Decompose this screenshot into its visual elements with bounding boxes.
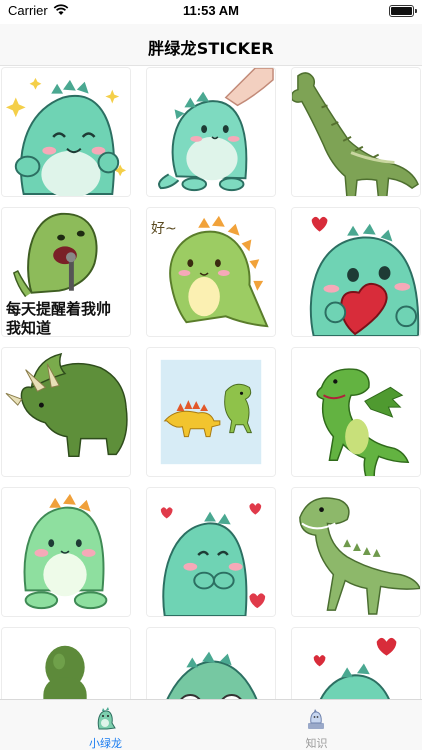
sticker-cell-two-dinos[interactable]	[146, 347, 276, 477]
poked-dino-image	[147, 68, 275, 196]
love-dino-image	[292, 628, 420, 700]
tab-little-dino[interactable]: 小绿龙	[0, 700, 211, 750]
sticker-cell-heart-dino[interactable]	[291, 207, 421, 337]
sticker-cell-sitting-dino[interactable]	[1, 487, 131, 617]
sticker-cell-shy-dino[interactable]	[146, 487, 276, 617]
tab-label: 小绿龙	[89, 737, 122, 750]
battery-icon	[389, 5, 417, 17]
dino-icon	[97, 707, 116, 730]
sitting-dino-image	[2, 488, 130, 616]
crying-dino-image	[147, 628, 275, 700]
happy-dino-image	[2, 68, 130, 196]
heart-dino-image	[292, 208, 420, 336]
sticker-cell-figurine-dino[interactable]	[1, 627, 131, 700]
flying-dino-image	[292, 348, 420, 476]
sticker-grid[interactable]: 每天提醒着我帅 我知道 好~	[0, 66, 422, 700]
sticker-cell-poked-dino[interactable]	[146, 67, 276, 197]
sticker-cell-happy-dino[interactable]	[1, 67, 131, 197]
tab-bar: 小绿龙 知识	[0, 699, 422, 750]
figurine-dino-image	[2, 628, 130, 700]
tab-label: 知识	[305, 737, 328, 750]
sticker-cell-triceratops[interactable]	[1, 347, 131, 477]
shy-dino-image	[147, 488, 275, 616]
sticker-cell-longneck-dino[interactable]	[291, 67, 421, 197]
sticker-cell-tall-dino[interactable]	[291, 487, 421, 617]
caption-line-2: 我知道	[6, 319, 52, 337]
sticker-cell-ok-dino[interactable]: 好~	[146, 207, 276, 337]
page-title: 胖绿龙STICKER	[148, 39, 274, 58]
sticker-cell-singing-dino[interactable]: 每天提醒着我帅 我知道	[1, 207, 131, 337]
two-dinos-image	[147, 348, 275, 476]
sticker-cell-love-dino[interactable]	[291, 627, 421, 700]
tab-knowledge[interactable]: 知识	[211, 700, 422, 750]
status-bar: Carrier 11:53 AM	[0, 0, 422, 24]
navigation-bar: 胖绿龙STICKER	[0, 24, 422, 66]
sticker-caption: 每天提醒着我帅 我知道	[6, 300, 128, 337]
longneck-dino-image	[292, 68, 420, 196]
knowledge-icon	[308, 709, 324, 729]
sticker-caption: 好~	[151, 221, 177, 237]
clock: 11:53 AM	[183, 3, 239, 18]
sticker-cell-flying-dino[interactable]	[291, 347, 421, 477]
sticker-cell-crying-dino[interactable]	[146, 627, 276, 700]
tall-dino-image	[292, 488, 420, 616]
triceratops-image	[2, 348, 130, 476]
caption-line-1: 每天提醒着我帅	[6, 300, 112, 318]
